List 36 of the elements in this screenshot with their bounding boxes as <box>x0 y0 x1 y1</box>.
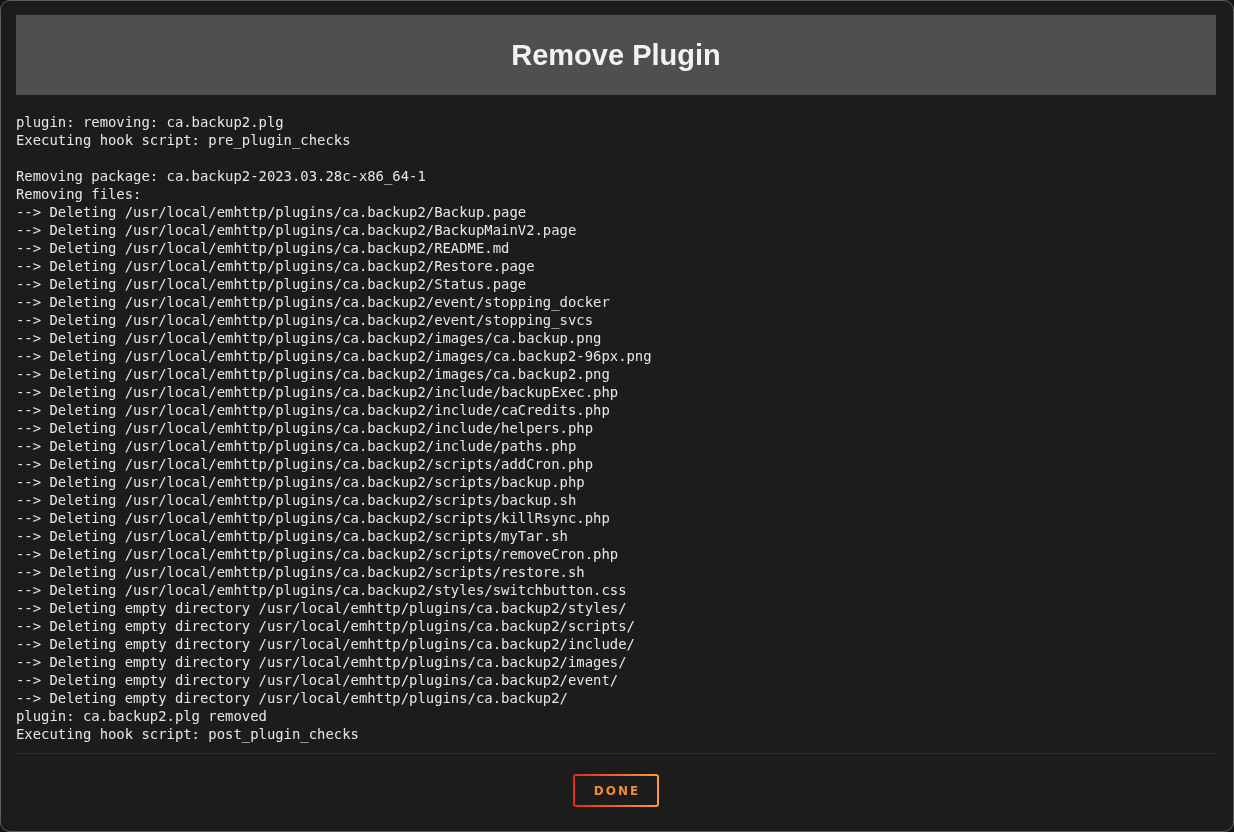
log-line: --> Deleting empty directory /usr/local/emhttp/plugins/ca.backup2/include/ <box>16 635 635 653</box>
log-line: --> Deleting /usr/local/emhttp/plugins/ca.backup2/include/backupExec.php <box>16 383 619 401</box>
log-line: --> Deleting /usr/local/emhttp/plugins/ca.backup2/scripts/backup.php <box>16 473 585 491</box>
log-line: Removing package: ca.backup2-2023.03.28c-x86_64-1 <box>16 167 426 185</box>
log-line: --> Deleting empty directory /usr/local/emhttp/plugins/ca.backup2/images/ <box>16 653 627 671</box>
log-line: --> Deleting empty directory /usr/local/emhttp/plugins/ca.backup2/scripts/ <box>16 617 635 635</box>
log-line: --> Deleting /usr/local/emhttp/plugins/ca.backup2/images/ca.backup.png <box>16 329 602 347</box>
log-line: --> Deleting /usr/local/emhttp/plugins/ca.backup2/event/stopping_svcs <box>16 311 594 329</box>
log-line: plugin: removing: ca.backup2.plg <box>16 113 284 131</box>
log-line: --> Deleting /usr/local/emhttp/plugins/ca.backup2/scripts/removeCron.php <box>16 545 619 563</box>
log-line: Executing hook script: post_plugin_checks <box>16 725 359 743</box>
log-line: --> Deleting /usr/local/emhttp/plugins/ca.backup2/styles/switchbutton.css <box>16 581 627 599</box>
log-line: --> Deleting /usr/local/emhttp/plugins/ca.backup2/BackupMainV2.page <box>16 221 577 239</box>
dialog-title: Remove Plugin <box>511 38 721 72</box>
log-line: --> Deleting /usr/local/emhttp/plugins/ca.backup2/scripts/myTar.sh <box>16 527 568 545</box>
log-line: --> Deleting /usr/local/emhttp/plugins/ca.backup2/scripts/restore.sh <box>16 563 585 581</box>
log-line: --> Deleting empty directory /usr/local/emhttp/plugins/ca.backup2/ <box>16 689 568 707</box>
log-line: --> Deleting /usr/local/emhttp/plugins/ca.backup2/scripts/killRsync.php <box>16 509 610 527</box>
log-line: --> Deleting /usr/local/emhttp/plugins/ca.backup2/include/caCredits.php <box>16 401 610 419</box>
done-button[interactable]: DONE <box>573 774 659 807</box>
log-line: --> Deleting empty directory /usr/local/emhttp/plugins/ca.backup2/event/ <box>16 671 619 689</box>
log-line: --> Deleting /usr/local/emhttp/plugins/ca.backup2/Backup.page <box>16 203 527 221</box>
log-line: --> Deleting /usr/local/emhttp/plugins/ca.backup2/Restore.page <box>16 257 535 275</box>
log-line: --> Deleting /usr/local/emhttp/plugins/ca.backup2/scripts/backup.sh <box>16 491 577 509</box>
log-line: --> Deleting /usr/local/emhttp/plugins/ca.backup2/include/helpers.php <box>16 419 594 437</box>
log-line: plugin: ca.backup2.plg removed <box>16 707 267 725</box>
log-line: --> Deleting /usr/local/emhttp/plugins/ca.backup2/Status.page <box>16 275 527 293</box>
log-line: --> Deleting /usr/local/emhttp/plugins/ca.backup2/event/stopping_docker <box>16 293 610 311</box>
log-line: --> Deleting /usr/local/emhttp/plugins/ca.backup2/scripts/addCron.php <box>16 455 594 473</box>
log-line: --> Deleting empty directory /usr/local/emhttp/plugins/ca.backup2/styles/ <box>16 599 627 617</box>
log-line: Executing hook script: pre_plugin_checks <box>16 131 351 149</box>
log-line: Removing files: <box>16 185 142 203</box>
log-line: --> Deleting /usr/local/emhttp/plugins/ca.backup2/images/ca.backup2.png <box>16 365 610 383</box>
log-line: --> Deleting /usr/local/emhttp/plugins/ca.backup2/include/paths.php <box>16 437 577 455</box>
log-line: --> Deleting /usr/local/emhttp/plugins/ca.backup2/README.md <box>16 239 510 257</box>
log-line: --> Deleting /usr/local/emhttp/plugins/ca.backup2/images/ca.backup2-96px.png <box>16 347 652 365</box>
